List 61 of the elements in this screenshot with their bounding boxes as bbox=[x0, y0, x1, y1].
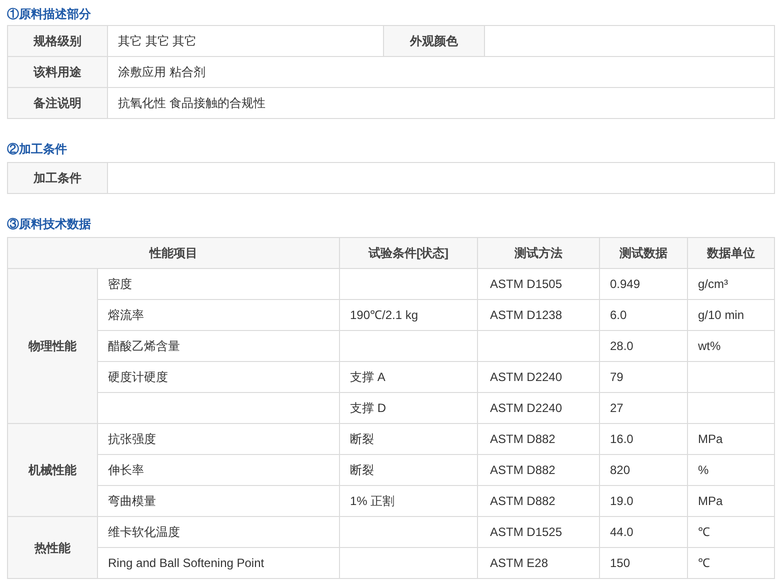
table-cell: ASTM D2240 bbox=[490, 370, 562, 384]
table-cell: ASTM D882 bbox=[490, 432, 556, 446]
table-cell: wt% bbox=[698, 339, 721, 353]
column-header: 测试数据 bbox=[620, 246, 668, 260]
table-cell: 密度 bbox=[108, 277, 132, 291]
column-header: 试验条件[状态] bbox=[368, 246, 448, 260]
table-cell: ASTM D882 bbox=[490, 494, 556, 508]
table-cell: 150 bbox=[610, 556, 630, 570]
table-cell: 1% 正割 bbox=[350, 494, 395, 508]
table-cell: ASTM E28 bbox=[490, 556, 548, 570]
table-cell: g/cm³ bbox=[698, 277, 728, 291]
section-title: ①原料描述部分 bbox=[7, 6, 91, 23]
table-cell: 伸长率 bbox=[108, 463, 144, 477]
table-cell: 断裂 bbox=[350, 463, 374, 477]
table-cell: 抗张强度 bbox=[108, 432, 156, 446]
group-label: 物理性能 bbox=[28, 339, 76, 353]
table-cell: ASTM D1505 bbox=[490, 277, 562, 291]
table-cell: 16.0 bbox=[610, 432, 634, 446]
table-cell: 维卡软化温度 bbox=[108, 525, 180, 539]
table-cell: 190℃/2.1 kg bbox=[350, 308, 418, 322]
table-cell: 醋酸乙烯含量 bbox=[108, 339, 180, 353]
column-header: 数据单位 bbox=[707, 246, 755, 260]
table-cell: 硬度计硬度 bbox=[108, 370, 168, 384]
table-cell: 44.0 bbox=[610, 525, 634, 539]
table-cell: 弯曲模量 bbox=[108, 494, 156, 508]
field-label: 外观颜色 bbox=[410, 34, 458, 48]
field-value: 涂敷应用 粘合剂 bbox=[118, 65, 206, 79]
column-header: 性能项目 bbox=[150, 246, 198, 260]
table-cell: 820 bbox=[610, 463, 630, 477]
table-cell: Ring and Ball Softening Point bbox=[108, 556, 264, 570]
field-value: 抗氧化性 食品接触的合规性 bbox=[118, 96, 266, 110]
column-header: 测试方法 bbox=[514, 246, 562, 260]
table-cell: 19.0 bbox=[610, 494, 634, 508]
table-cell: ℃ bbox=[698, 556, 710, 570]
table-cell: g/10 min bbox=[698, 308, 744, 322]
group-label: 机械性能 bbox=[28, 463, 76, 477]
table-cell: ASTM D2240 bbox=[490, 401, 562, 415]
table-cell: 支撑 D bbox=[350, 401, 386, 415]
table-cell: 6.0 bbox=[610, 308, 627, 322]
table-cell: 断裂 bbox=[350, 432, 374, 446]
section-title: ②加工条件 bbox=[7, 141, 67, 158]
table-cell: 熔流率 bbox=[108, 308, 144, 322]
table-cell: 0.949 bbox=[610, 277, 640, 291]
section-title: ③原料技术数据 bbox=[7, 216, 91, 233]
table-cell: 28.0 bbox=[610, 339, 634, 353]
table-cell: ASTM D882 bbox=[490, 463, 556, 477]
group-label: 热性能 bbox=[34, 540, 70, 554]
table-cell: % bbox=[698, 463, 709, 477]
table-cell: 支撑 A bbox=[350, 370, 386, 384]
table-cell: ASTM D1525 bbox=[490, 525, 562, 539]
field-label: 规格级别 bbox=[34, 34, 82, 48]
table-cell: ASTM D1238 bbox=[490, 308, 562, 322]
table-cell: MPa bbox=[698, 494, 723, 508]
field-label: 加工条件 bbox=[34, 171, 82, 185]
field-value: 其它 其它 其它 bbox=[118, 34, 197, 48]
table-cell: MPa bbox=[698, 432, 723, 446]
table-cell: ℃ bbox=[698, 525, 710, 539]
field-label: 备注说明 bbox=[34, 96, 82, 110]
table-cell: 27 bbox=[610, 401, 624, 415]
table-cell: 79 bbox=[610, 370, 624, 384]
field-label: 该料用途 bbox=[34, 65, 82, 79]
